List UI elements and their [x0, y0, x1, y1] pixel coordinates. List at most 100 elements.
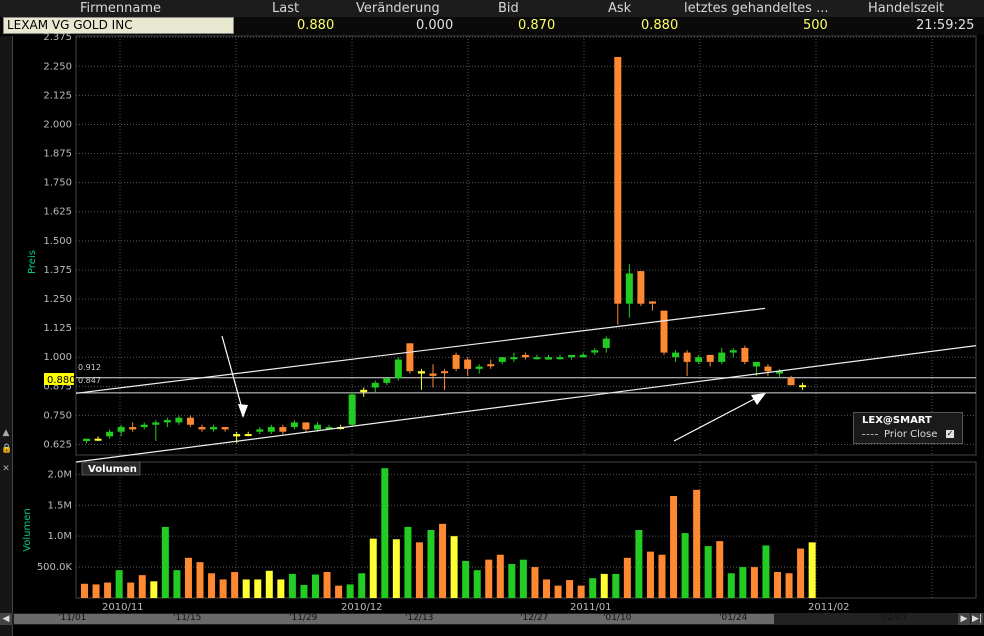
volume-bar [392, 539, 400, 598]
volume-bar [115, 570, 123, 598]
volume-bar [184, 557, 192, 598]
candle-body [648, 301, 656, 304]
candle-body [799, 385, 807, 388]
volume-bar [681, 533, 689, 598]
volume-bar [577, 585, 585, 598]
candle-body [475, 366, 483, 369]
month-label: 2010/12 [341, 602, 383, 613]
candle-body [579, 354, 587, 358]
volume-bar [704, 546, 712, 598]
volume-bar [543, 579, 550, 598]
volume-bar [739, 567, 747, 598]
volume-title: Volumen [88, 464, 137, 475]
price-tick-label: 1.250 [43, 294, 72, 305]
candle-body [672, 352, 680, 358]
volume-bar [346, 584, 354, 598]
candle-body [152, 422, 160, 425]
price-tick-label: 1.625 [43, 207, 72, 218]
candle-body [695, 357, 703, 362]
volume-bar [81, 583, 88, 598]
volume-bar [473, 570, 481, 598]
candle-body [302, 422, 310, 430]
volume-bar [173, 570, 181, 598]
candle-body [233, 434, 241, 437]
volume-bar [646, 551, 654, 598]
candle-body [383, 378, 391, 383]
candle-body [741, 347, 749, 362]
volume-bar [415, 542, 423, 598]
candle-body [602, 338, 610, 348]
ref-label-0912: 0.912 [78, 363, 101, 372]
volume-bar [635, 530, 643, 598]
candle-body [290, 422, 298, 428]
volume-bar [566, 580, 574, 598]
price-volume-chart[interactable]: 2.375 2.250 2.125 2.000 1.875 1.750 1.625 1.500… [0, 0, 984, 634]
month-label: 2011/02 [808, 602, 850, 613]
candle-body [706, 354, 714, 362]
price-tick-label: 1.500 [43, 236, 72, 247]
volume-axis-ticks: 2.0M 1.5M 1.0M 500.0K [37, 469, 976, 573]
volume-bar [277, 579, 285, 598]
price-tick-label: 1.375 [43, 265, 72, 276]
candle-body [94, 438, 102, 441]
candle-body [175, 417, 183, 423]
volume-bar [519, 559, 527, 598]
volume-bar [600, 573, 608, 598]
volume-axis-label: Volumen [22, 508, 33, 552]
volume-bar [716, 541, 724, 598]
volume-bar [508, 564, 516, 598]
candle-body [279, 427, 287, 432]
volume-bar [288, 573, 296, 598]
candle-body [545, 357, 552, 360]
volume-bar [219, 579, 227, 598]
candle-body [556, 357, 564, 360]
week-label: '12/13 [405, 613, 434, 623]
volume-bar [335, 585, 343, 598]
week-label: '12/27 [520, 613, 549, 623]
candle-body [787, 378, 795, 386]
candle-body [360, 389, 368, 393]
volume-bar [196, 562, 204, 598]
candle-body [614, 56, 622, 304]
arrow-head [238, 404, 248, 418]
volume-bar [254, 579, 262, 598]
volume-bar [381, 468, 389, 598]
volume-bar [300, 585, 308, 598]
volume-bar [774, 572, 781, 598]
volume-tick-label: 1.5M [47, 500, 72, 511]
candle-body [683, 352, 691, 362]
candle-body [591, 350, 599, 353]
candle-body [186, 417, 194, 425]
grid [75, 35, 977, 599]
legend-checkbox[interactable]: ✓ [946, 430, 954, 438]
month-label: 2011/01 [570, 602, 612, 613]
price-tick-label: 2.000 [43, 119, 72, 130]
volume-tick-label: 2.0M [47, 469, 72, 480]
volume-bar [797, 548, 805, 598]
volume-bar [462, 560, 470, 598]
candle-body [163, 420, 171, 423]
candle-body [568, 354, 576, 358]
week-label: '11/15 [173, 613, 202, 623]
volume-bar [208, 573, 216, 598]
trendlines [75, 307, 977, 463]
volume-bar [612, 573, 620, 598]
volume-bar [92, 584, 100, 598]
price-tick-label: 1.125 [43, 323, 72, 334]
candle-body [752, 361, 760, 367]
legend-box[interactable]: LEX@SMART Prior Close ✓ [853, 412, 963, 444]
candle-body [106, 431, 114, 437]
candle-body [441, 371, 449, 374]
volume-bar [161, 526, 169, 598]
volume-bar [485, 559, 493, 598]
volume-bar [138, 575, 146, 598]
candle-body [510, 357, 518, 360]
price-panel-border [75, 35, 977, 456]
volume-bar [450, 536, 458, 598]
legend-item-prior-close: Prior Close [884, 429, 938, 440]
legend-title: LEX@SMART [862, 415, 932, 426]
ref-label-0847: 0.847 [78, 376, 101, 385]
volume-tick-label: 1.0M [47, 531, 72, 542]
volume-bars [81, 468, 816, 598]
week-label: '11/29 [289, 613, 318, 623]
